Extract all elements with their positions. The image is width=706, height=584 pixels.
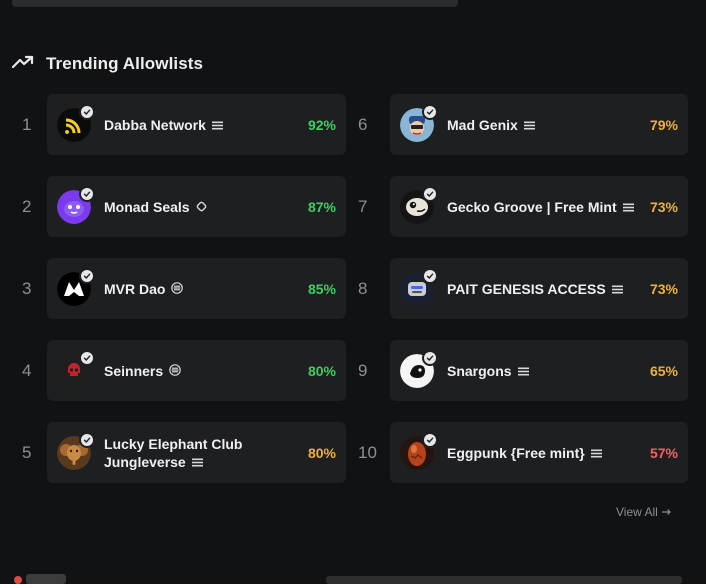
- rank-number: 4: [22, 360, 32, 380]
- percentage-value: 85%: [307, 280, 336, 297]
- chain-eth-icon: [611, 285, 623, 294]
- avatar: [400, 349, 438, 388]
- view-all-link[interactable]: View All: [616, 505, 672, 519]
- next-section-tabs: [326, 576, 682, 584]
- chain-eth-circle-icon: [169, 363, 181, 376]
- allowlist-card[interactable]: Eggpunk {Free mint} 57%: [390, 422, 688, 483]
- chain-eth-icon: [622, 203, 634, 212]
- section-title: Trending Allowlists: [46, 54, 204, 73]
- project-name: Monad Seals: [104, 198, 207, 216]
- project-name: MVR Dao: [104, 280, 184, 298]
- allowlist-card[interactable]: Gecko Groove | Free Mint 73%: [390, 176, 688, 237]
- percentage-value: 80%: [307, 444, 336, 461]
- top-scroll-bar: [12, 0, 458, 7]
- verified-check-icon: [422, 103, 438, 120]
- avatar: [400, 431, 438, 470]
- trending-row: 6 Mad Genix 79%: [356, 94, 688, 155]
- rank-number: 7: [358, 196, 368, 216]
- trending-row: 5 Lucky Elephant Club Jungleverse 80%: [14, 422, 346, 483]
- allowlist-card[interactable]: Monad Seals 87%: [47, 176, 346, 237]
- trending-row: 7 Gecko Groove | Free Mint 73%: [356, 176, 688, 237]
- percentage-value: 80%: [307, 362, 336, 379]
- trending-row: 2 Monad Seals 87%: [14, 176, 346, 237]
- avatar: [57, 349, 95, 388]
- verified-check-icon: [79, 267, 95, 284]
- allowlist-card[interactable]: Dabba Network 92%: [47, 94, 346, 155]
- next-section-icon: [14, 576, 22, 584]
- verified-check-icon: [79, 185, 95, 202]
- project-name: Gecko Groove | Free Mint: [447, 198, 634, 216]
- verified-check-icon: [422, 185, 438, 202]
- chain-eth-circle-icon: [171, 281, 184, 294]
- trending-row: 9 Snargons 65%: [356, 340, 688, 401]
- project-name: Dabba Network: [104, 116, 223, 134]
- trending-row: 1 Dabba Network 92%: [14, 94, 346, 155]
- rank-number: 2: [22, 196, 32, 216]
- allowlist-card[interactable]: Seinners 80%: [47, 340, 346, 401]
- verified-check-icon: [422, 267, 438, 284]
- project-name: Lucky Elephant Club Jungleverse: [104, 435, 243, 470]
- percentage-value: 79%: [649, 116, 678, 133]
- percentage-value: 87%: [307, 198, 336, 215]
- chain-eth-icon: [517, 367, 529, 376]
- trending-row: 4 Seinners 80%: [14, 340, 346, 401]
- arrow-right-icon: [661, 505, 672, 519]
- trending-list-right: 6 Mad Genix 79% 7 Gecko Groove | Free Mint 73…: [356, 94, 688, 504]
- avatar: [400, 185, 438, 224]
- rank-number: 9: [358, 360, 368, 380]
- rank-number: 6: [358, 114, 368, 134]
- trending-row: 8 PAIT GENESIS ACCESS 73%: [356, 258, 688, 319]
- trending-list-left: 1 Dabba Network 92% 2 Monad Seals 87% 3 MVR Dao…: [14, 94, 346, 504]
- rank-number: 10: [358, 442, 377, 462]
- percentage-value: 57%: [649, 444, 678, 461]
- percentage-value: 73%: [649, 198, 678, 215]
- section-header: Trending Allowlists: [11, 52, 204, 76]
- avatar: [400, 103, 438, 142]
- allowlist-card[interactable]: Lucky Elephant Club Jungleverse 80%: [47, 422, 346, 483]
- rank-number: 8: [358, 278, 368, 298]
- avatar: [57, 185, 95, 224]
- verified-check-icon: [79, 103, 95, 120]
- allowlist-card[interactable]: Snargons 65%: [390, 340, 688, 401]
- chain-eth-icon: [523, 121, 535, 130]
- allowlist-card[interactable]: MVR Dao 85%: [47, 258, 346, 319]
- project-name: Snargons: [447, 362, 529, 380]
- next-section-title: [26, 574, 66, 584]
- rank-number: 3: [22, 278, 32, 298]
- project-name: Mad Genix: [447, 116, 535, 134]
- verified-check-icon: [79, 349, 95, 366]
- verified-check-icon: [422, 431, 438, 448]
- verified-check-icon: [79, 431, 95, 448]
- trending-up-icon: [11, 55, 34, 74]
- allowlist-card[interactable]: Mad Genix 79%: [390, 94, 688, 155]
- chain-eth-icon: [590, 449, 602, 458]
- chain-eth-icon: [191, 458, 203, 467]
- avatar: [57, 267, 95, 306]
- trending-row: 3 MVR Dao 85%: [14, 258, 346, 319]
- chain-monad-icon: [196, 201, 207, 212]
- rank-number: 5: [22, 442, 32, 462]
- percentage-value: 65%: [649, 362, 678, 379]
- allowlist-card[interactable]: PAIT GENESIS ACCESS 73%: [390, 258, 688, 319]
- percentage-value: 92%: [307, 116, 336, 133]
- chain-eth-icon: [211, 121, 223, 130]
- avatar: [57, 103, 95, 142]
- rank-number: 1: [22, 114, 32, 134]
- project-name: Seinners: [104, 362, 181, 380]
- view-all-label: View All: [616, 505, 658, 519]
- trending-row: 10 Eggpunk {Free mint} 57%: [356, 422, 688, 483]
- avatar: [400, 267, 438, 306]
- percentage-value: 73%: [649, 280, 678, 297]
- project-name: Eggpunk {Free mint}: [447, 444, 602, 462]
- verified-check-icon: [422, 349, 438, 366]
- avatar: [57, 431, 95, 470]
- project-name: PAIT GENESIS ACCESS: [447, 280, 623, 298]
